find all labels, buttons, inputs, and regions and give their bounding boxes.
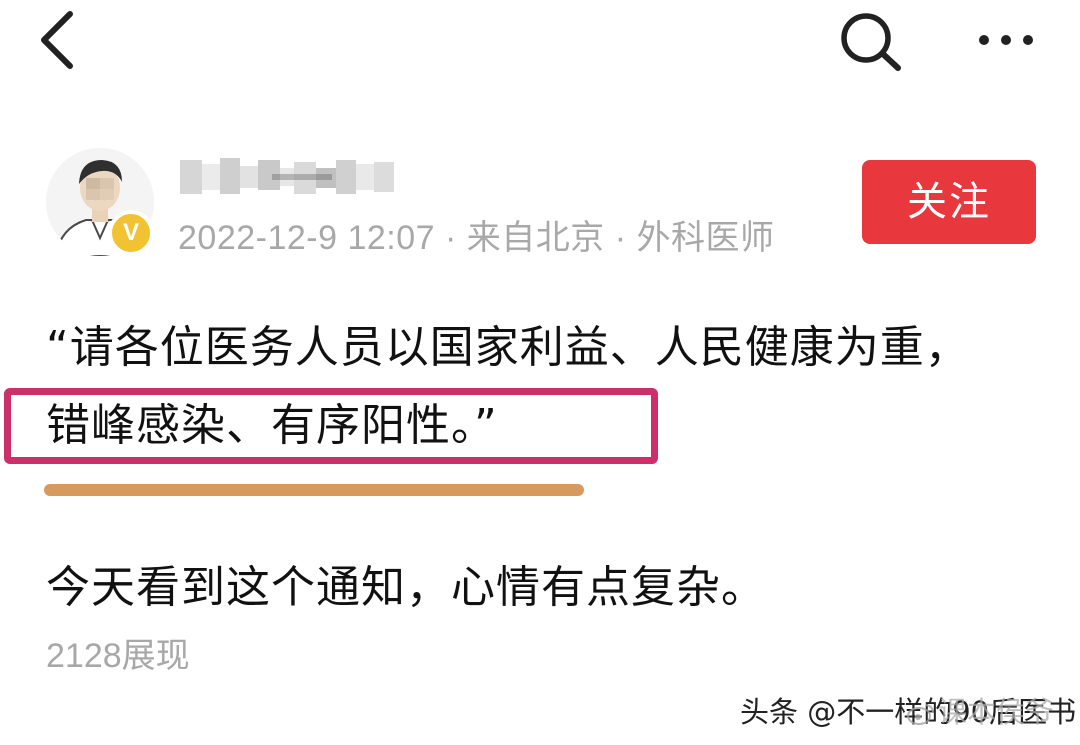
blurred-name-mosaic — [180, 158, 394, 194]
view-count: 2128展现 — [46, 637, 190, 675]
quote-text-line-1: “请各位医务人员以国家利益、人民健康为重， — [46, 322, 970, 373]
search-icon[interactable] — [832, 8, 908, 72]
author-name-blurred[interactable] — [176, 154, 398, 200]
top-bar — [0, 0, 1080, 90]
chevron-left-icon[interactable] — [30, 8, 90, 72]
post-meta: 2022-12-9 12:07 · 来自北京 · 外科医师 — [178, 219, 775, 257]
post-detail-screen: V 2022-12-9 12:07 · 来自北京 · 外科医师 关注 “请各位医… — [0, 0, 1080, 745]
underline-mark — [44, 484, 584, 496]
follow-button[interactable]: 关注 — [862, 160, 1036, 244]
post-body-text: 今天看到这个通知，心情有点复杂。 — [46, 562, 766, 613]
weibo-watermark-text: 课本侯爷 — [938, 695, 1055, 729]
more-horizontal-icon[interactable] — [964, 12, 1048, 68]
weibo-logo-icon — [907, 704, 934, 725]
weibo-watermark: 课本侯爷 — [906, 690, 1054, 734]
verified-badge: V — [108, 210, 154, 256]
quote-text-line-2: 错峰感染、有序阳性。” — [46, 400, 498, 451]
